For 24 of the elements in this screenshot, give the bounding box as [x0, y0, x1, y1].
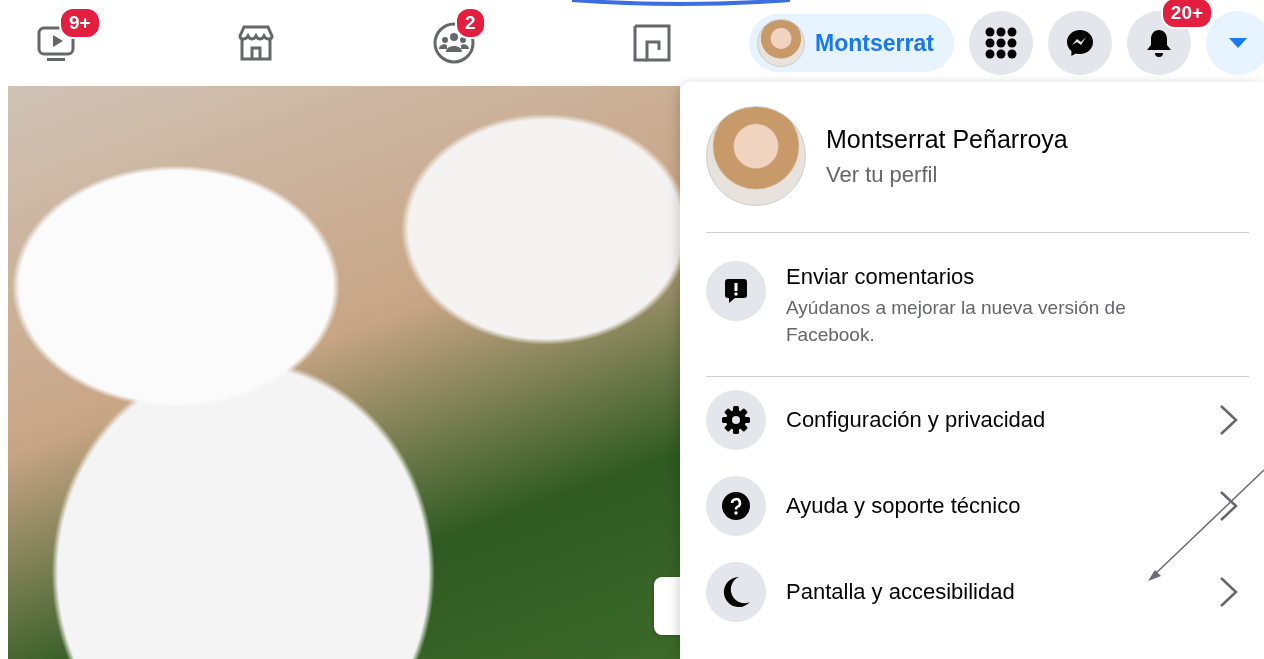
moon-icon — [721, 576, 751, 608]
menu-item[interactable]: Ayuda y soporte técnico — [706, 463, 1248, 549]
menu-grid-icon — [984, 27, 1017, 59]
account-button[interactable] — [1205, 11, 1264, 75]
chevron-right-icon — [1218, 489, 1240, 523]
bell-icon — [1144, 28, 1173, 58]
count-badge: 20+ — [1160, 0, 1214, 29]
feedback-description: Ayúdanos a mejorar la nueva versión de Facebook. — [786, 296, 1127, 347]
chevron-right-icon — [1218, 575, 1240, 609]
gaming-icon — [631, 22, 673, 64]
caret-icon — [1228, 37, 1247, 49]
menu-item[interactable]: Pantalla y accesibilidad — [706, 549, 1248, 635]
chevron-right-icon — [1218, 403, 1240, 437]
menu-item[interactable]: Configuración y privacidad — [706, 377, 1248, 463]
feedback-title[interactable]: Enviar comentarios — [786, 264, 1186, 290]
messenger-icon — [1064, 28, 1095, 58]
help-icon — [721, 491, 751, 521]
settings-icon — [721, 405, 751, 435]
count-badge: 2 — [455, 7, 486, 39]
profile-button[interactable]: Montserrat — [749, 14, 954, 72]
count-badge: 9+ — [59, 7, 101, 39]
avatar — [757, 19, 805, 67]
profile-name[interactable]: Montserrat Peñarroya — [826, 124, 1068, 154]
profile-link[interactable]: Ver tu perfil — [826, 161, 1068, 188]
